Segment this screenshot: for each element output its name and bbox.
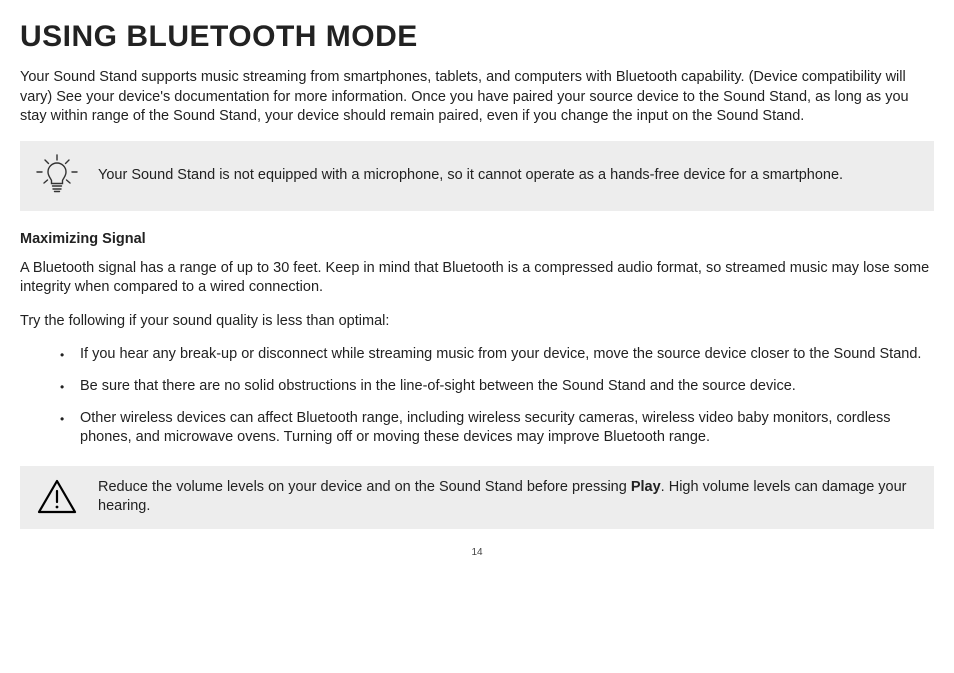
warning-callout: Reduce the volume levels on your device … (20, 466, 934, 529)
tip-callout: Your Sound Stand is not equipped with a … (20, 141, 934, 211)
warning-icon (34, 478, 80, 516)
page-title: USING BLUETOOTH MODE (20, 20, 934, 54)
signal-paragraph: A Bluetooth signal has a range of up to … (20, 259, 934, 298)
list-item: If you hear any break-up or disconnect w… (80, 345, 934, 365)
intro-paragraph: Your Sound Stand supports music streamin… (20, 68, 934, 127)
warning-text: Reduce the volume levels on your device … (98, 478, 918, 517)
tip-text: Your Sound Stand is not equipped with a … (98, 166, 843, 186)
page-number: 14 (20, 547, 934, 558)
list-item: Other wireless devices can affect Blueto… (80, 409, 934, 448)
list-item: Be sure that there are no solid obstruct… (80, 377, 934, 397)
tips-list: If you hear any break-up or disconnect w… (20, 345, 934, 447)
try-intro: Try the following if your sound quality … (20, 312, 934, 332)
manual-page: USING BLUETOOTH MODE Your Sound Stand su… (0, 0, 954, 568)
warning-pre: Reduce the volume levels on your device … (98, 479, 631, 495)
lightbulb-icon (34, 153, 80, 199)
section-heading: Maximizing Signal (20, 231, 934, 247)
warning-bold: Play (631, 479, 661, 495)
